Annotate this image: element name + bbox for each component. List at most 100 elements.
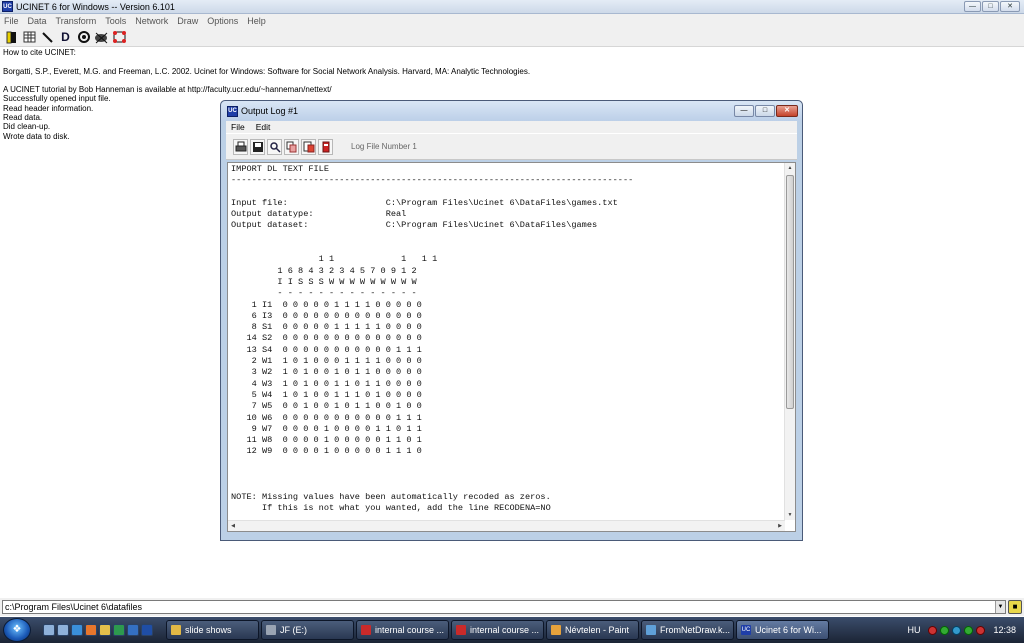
scroll-up-icon[interactable]: ▲ — [785, 163, 795, 173]
menu-network[interactable]: Network — [135, 16, 168, 26]
menu-file[interactable]: File — [4, 16, 19, 26]
maximize-button[interactable]: □ — [982, 1, 999, 12]
main-menu-bar: File Data Transform Tools Network Draw O… — [0, 14, 1024, 28]
log-line: 14 S2 0 0 0 0 0 0 0 0 0 0 0 0 0 0 — [231, 333, 422, 344]
volume-icon[interactable] — [976, 625, 986, 635]
default-folder-field[interactable]: c:\Program Files\Ucinet 6\datafiles ▼ — [2, 600, 1006, 614]
log-line: 2 W1 1 0 1 0 0 0 1 1 1 1 0 0 0 0 — [231, 356, 422, 367]
main-window-title: UCINET 6 for Windows -- Version 6.101 — [16, 1, 175, 12]
matrix-editor-icon[interactable] — [4, 30, 19, 45]
explorer-icon[interactable] — [99, 624, 111, 636]
log-line: 3 W2 1 0 1 0 0 1 0 1 1 0 0 0 0 0 — [231, 367, 422, 378]
taskbar-item-label: FromNetDraw.k... — [660, 625, 731, 635]
taskbar-item-paint[interactable]: Névtelen - Paint — [546, 620, 639, 640]
acrobat-icon — [456, 625, 466, 635]
taskbar: ❖ slide shows JF (E:) internal course ..… — [0, 617, 1024, 643]
ucinet-icon: UC — [741, 625, 751, 635]
log-line: - - - - - - - - - - - - - - — [231, 288, 417, 299]
vertical-scrollbar[interactable]: ▲ ▼ — [784, 163, 795, 520]
exit-icon[interactable] — [318, 138, 333, 155]
menu-draw[interactable]: Draw — [177, 16, 198, 26]
show-desktop-icon[interactable] — [43, 624, 55, 636]
log-line: Output datatype: Real — [231, 209, 407, 220]
copy-icon[interactable] — [284, 138, 299, 155]
scroll-thumb[interactable] — [786, 175, 794, 409]
tray-icons — [928, 625, 986, 635]
log-file-number: Log File Number 1 — [351, 142, 417, 151]
chevron-down-icon[interactable]: ▼ — [995, 601, 1005, 613]
menu-help[interactable]: Help — [247, 16, 266, 26]
horizontal-scrollbar[interactable]: ◀ ▶ — [228, 520, 785, 531]
windows-start-icon[interactable]: ❖ — [3, 618, 31, 642]
spreadsheet-icon[interactable] — [22, 30, 37, 45]
menu-data[interactable]: Data — [28, 16, 47, 26]
d-icon[interactable]: D — [58, 30, 73, 45]
log-line: 11 W8 0 0 0 0 1 0 0 0 0 0 1 1 0 1 — [231, 435, 422, 446]
minimize-button[interactable]: — — [964, 1, 981, 12]
taskbar-item-internal-course-1[interactable]: internal course ... — [356, 620, 449, 640]
paste-icon[interactable] — [301, 138, 316, 155]
pajek-icon[interactable] — [112, 30, 127, 45]
tray-app-icon[interactable] — [928, 625, 938, 635]
scroll-right-icon[interactable]: ▶ — [775, 521, 785, 531]
save-icon[interactable] — [250, 138, 265, 155]
menu-file[interactable]: File — [231, 122, 245, 132]
taskbar-item-internal-course-2[interactable]: internal course ... — [451, 620, 544, 640]
line-draw-icon[interactable] — [40, 30, 55, 45]
menu-transform[interactable]: Transform — [56, 16, 97, 26]
taskbar-item-slide-shows[interactable]: slide shows — [166, 620, 259, 640]
log-line: 9 W7 0 0 0 0 1 0 0 0 0 1 1 0 1 1 — [231, 423, 422, 434]
output-log-text-area[interactable]: IMPORT DL TEXT FILE ---------------------… — [227, 162, 796, 532]
log-line: I I S S S W W W W W W W W W — [231, 276, 417, 287]
media-icon[interactable] — [113, 624, 125, 636]
language-indicator[interactable]: HU — [907, 625, 920, 635]
output-log-title: Output Log #1 — [241, 106, 299, 116]
word-icon[interactable] — [141, 624, 153, 636]
log-line: If this is not what you wanted, add the … — [231, 502, 551, 513]
switch-windows-icon[interactable] — [57, 624, 69, 636]
tray-app-icon[interactable] — [952, 625, 962, 635]
taskbar-item-label: Névtelen - Paint — [565, 625, 630, 635]
log-line: 1 6 8 4 3 2 3 4 5 7 0 9 1 2 — [231, 265, 417, 276]
close-button[interactable]: ✕ — [1000, 1, 1020, 12]
log-line: 12 W9 0 0 0 0 1 0 0 0 0 0 1 1 1 0 — [231, 446, 422, 457]
print-icon[interactable] — [233, 138, 248, 155]
mage-icon[interactable] — [94, 30, 109, 45]
outlook-icon[interactable] — [127, 624, 139, 636]
log-line: ----------------------------------------… — [231, 175, 634, 186]
path-bar: c:\Program Files\Ucinet 6\datafiles ▼ ■ — [0, 598, 1024, 616]
scroll-down-icon[interactable]: ▼ — [785, 510, 795, 520]
taskbar-item-drive[interactable]: JF (E:) — [261, 620, 354, 640]
menu-tools[interactable]: Tools — [105, 16, 126, 26]
menu-edit[interactable]: Edit — [256, 122, 271, 132]
netdraw-icon[interactable] — [76, 30, 91, 45]
taskbar-item-label: internal course ... — [470, 625, 540, 635]
maximize-button[interactable]: □ — [755, 105, 775, 117]
find-icon[interactable] — [267, 138, 282, 155]
menu-options[interactable]: Options — [207, 16, 238, 26]
main-title-bar[interactable]: UC UCINET 6 for Windows -- Version 6.101… — [0, 0, 1024, 14]
ie-icon[interactable] — [71, 624, 83, 636]
network-icon[interactable] — [964, 625, 974, 635]
folder-browse-icon[interactable]: ■ — [1008, 600, 1022, 614]
firefox-icon[interactable] — [85, 624, 97, 636]
tray-app-icon[interactable] — [940, 625, 950, 635]
taskbar-item-ucinet[interactable]: UC Ucinet 6 for Wi... — [736, 620, 829, 640]
minimize-button[interactable]: — — [734, 105, 754, 117]
log-line: Input file: C:\Program Files\Ucinet 6\Da… — [231, 197, 618, 208]
drive-icon — [266, 625, 276, 635]
acrobat-icon — [361, 625, 371, 635]
log-text: IMPORT DL TEXT FILE ---------------------… — [231, 164, 783, 514]
taskbar-item-label: JF (E:) — [280, 625, 307, 635]
taskbar-clock[interactable]: 12:38 — [993, 625, 1016, 635]
scroll-left-icon[interactable]: ◀ — [228, 521, 238, 531]
close-button[interactable]: ✕ — [776, 105, 798, 117]
tutorial-text: A UCINET tutorial by Bob Hanneman is ava… — [3, 85, 332, 95]
taskbar-item-fromnetdraw[interactable]: FromNetDraw.k... — [641, 620, 734, 640]
image-icon — [646, 625, 656, 635]
output-log-title-bar[interactable]: UC Output Log #1 — □ ✕ — [221, 101, 802, 121]
system-tray: HU 12:38 — [907, 617, 1024, 643]
